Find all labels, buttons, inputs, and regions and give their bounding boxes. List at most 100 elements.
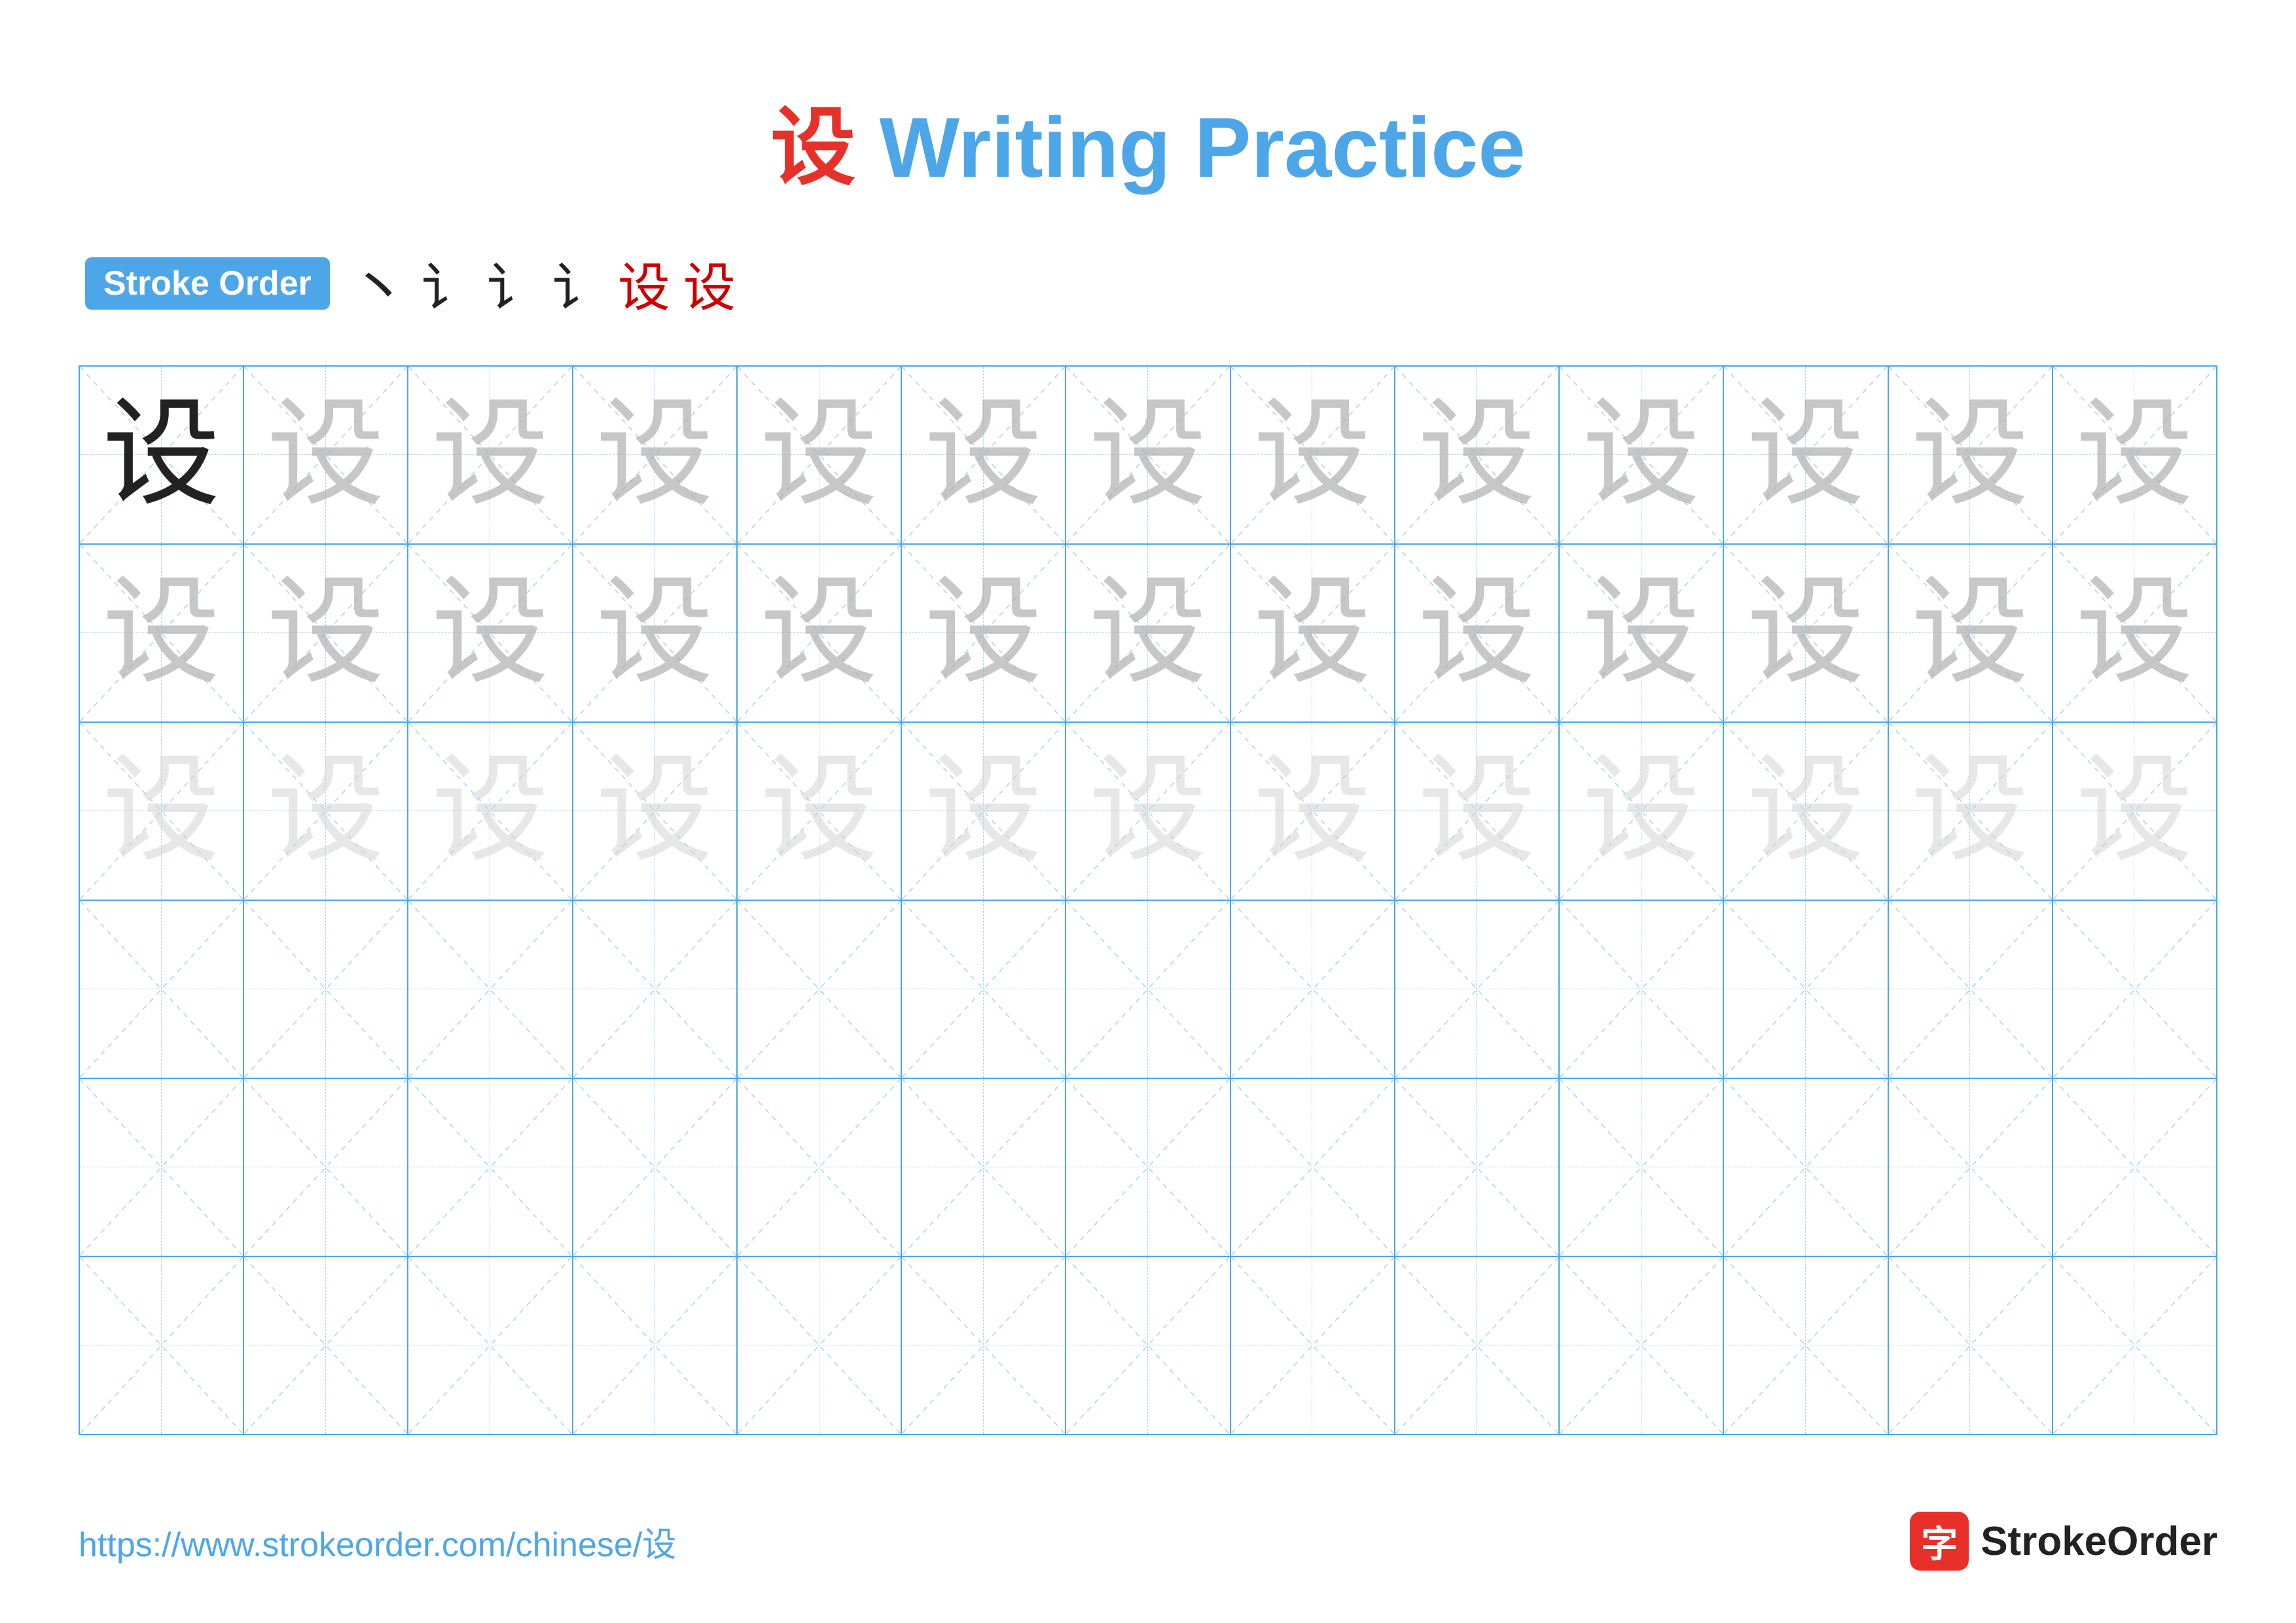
grid-row-6 xyxy=(80,1257,2216,1434)
grid-cell xyxy=(244,1257,408,1434)
grid-cell: 设 xyxy=(1395,723,1560,900)
char-medium: 设 xyxy=(761,396,878,514)
char-light: 设 xyxy=(267,752,385,870)
char-light: 设 xyxy=(1089,752,1207,870)
logo-text: StrokeOrder xyxy=(1981,1518,2217,1565)
grid-cell: 设 xyxy=(573,545,738,721)
grid-cell: 设 xyxy=(1560,723,1724,900)
grid-cell: 设 xyxy=(1231,367,1395,543)
title-area: 设 Writing Practice xyxy=(79,79,2217,202)
grid-cell xyxy=(2053,901,2216,1078)
page-title: 设 Writing Practice xyxy=(770,100,1525,195)
grid-cell: 设 xyxy=(2053,367,2216,543)
grid-cell: 设 xyxy=(408,545,573,721)
grid-cell: 设 xyxy=(2053,545,2216,721)
footer: https://www.strokeorder.com/chinese/设 字 … xyxy=(79,1512,2217,1571)
char-light: 设 xyxy=(1583,752,1700,870)
stroke-5: 设 xyxy=(618,246,670,321)
grid-row-2: 设 设 设 设 设 设 设 xyxy=(80,545,2216,723)
char-medium: 设 xyxy=(925,396,1043,514)
grid-cell: 设 xyxy=(408,367,573,543)
grid-cell: 设 xyxy=(1066,723,1230,900)
grid-cell xyxy=(738,1079,902,1256)
stroke-4: 讠 xyxy=(552,246,605,321)
grid-cell xyxy=(1231,901,1395,1078)
grid-cell: 设 xyxy=(408,723,573,900)
char-medium: 设 xyxy=(1747,396,1865,514)
char-medium: 设 xyxy=(267,574,385,692)
char-medium: 设 xyxy=(1747,574,1865,692)
grid-cell: 设 xyxy=(1395,367,1560,543)
char-dark: 设 xyxy=(103,396,221,514)
grid-cell: 设 xyxy=(1560,545,1724,721)
grid-cell xyxy=(573,1257,738,1434)
stroke-6: 设 xyxy=(683,246,736,321)
grid-cell: 设 xyxy=(244,367,408,543)
grid-cell: 设 xyxy=(244,545,408,721)
grid-cell xyxy=(738,901,902,1078)
page: 设 Writing Practice Stroke Order 丶 讠 讠 讠 … xyxy=(0,0,2296,1623)
grid-cell xyxy=(1889,1079,2053,1256)
grid-cell xyxy=(1560,1257,1724,1434)
char-light: 设 xyxy=(1911,752,2029,870)
grid-cell: 设 xyxy=(738,723,902,900)
grid-cell xyxy=(244,901,408,1078)
grid-cell xyxy=(408,901,573,1078)
stroke-sequence: 丶 讠 讠 讠 设 设 xyxy=(350,241,736,326)
stroke-order-row: Stroke Order 丶 讠 讠 讠 设 设 xyxy=(79,241,2217,326)
char-medium: 设 xyxy=(2075,396,2193,514)
grid-cell xyxy=(1889,1257,2053,1434)
grid-cell xyxy=(1560,1079,1724,1256)
title-char: 设 xyxy=(770,101,855,196)
char-medium: 设 xyxy=(1583,396,1700,514)
grid-cell xyxy=(573,901,738,1078)
title-suffix: Writing Practice xyxy=(855,100,1525,195)
grid-cell: 设 xyxy=(1889,367,2053,543)
char-light: 设 xyxy=(2075,752,2193,870)
char-medium: 设 xyxy=(267,396,385,514)
char-medium: 设 xyxy=(1418,574,1535,692)
grid-cell: 设 xyxy=(80,723,244,900)
char-light: 设 xyxy=(925,752,1043,870)
grid-cell xyxy=(1395,1079,1560,1256)
char-medium: 设 xyxy=(103,574,221,692)
grid-cell xyxy=(80,1257,244,1434)
grid-cell: 设 xyxy=(1889,545,2053,721)
char-medium: 设 xyxy=(1583,574,1700,692)
stroke-1: 丶 xyxy=(350,241,408,326)
grid-cell xyxy=(1724,901,1888,1078)
stroke-3: 讠 xyxy=(487,246,539,321)
footer-logo: 字 StrokeOrder xyxy=(1910,1512,2217,1571)
char-medium: 设 xyxy=(596,396,713,514)
practice-grid: 设 设 设 设 设 设 设 xyxy=(79,365,2217,1435)
grid-cell xyxy=(1066,1079,1230,1256)
grid-cell xyxy=(573,1079,738,1256)
grid-cell xyxy=(902,1079,1066,1256)
grid-cell xyxy=(1231,1257,1395,1434)
char-medium: 设 xyxy=(596,574,713,692)
grid-cell xyxy=(738,1257,902,1434)
grid-cell: 设 xyxy=(1395,545,1560,721)
char-medium: 设 xyxy=(1253,574,1371,692)
grid-cell xyxy=(1066,901,1230,1078)
char-medium: 设 xyxy=(1253,396,1371,514)
grid-row-5 xyxy=(80,1079,2216,1257)
grid-cell xyxy=(1724,1257,1888,1434)
grid-cell xyxy=(408,1079,573,1256)
char-medium: 设 xyxy=(2075,574,2193,692)
grid-cell xyxy=(2053,1079,2216,1256)
char-light: 设 xyxy=(1418,752,1535,870)
grid-cell xyxy=(244,1079,408,1256)
grid-cell: 设 xyxy=(902,545,1066,721)
grid-cell: 设 xyxy=(1066,545,1230,721)
char-light: 设 xyxy=(596,752,713,870)
char-medium: 设 xyxy=(1911,574,2029,692)
grid-cell xyxy=(80,901,244,1078)
char-medium: 设 xyxy=(925,574,1043,692)
grid-row-3: 设 设 设 设 设 设 设 xyxy=(80,723,2216,901)
char-medium: 设 xyxy=(1418,396,1535,514)
grid-cell: 设 xyxy=(2053,723,2216,900)
grid-cell xyxy=(1231,1079,1395,1256)
grid-cell: 设 xyxy=(1231,545,1395,721)
footer-url[interactable]: https://www.strokeorder.com/chinese/设 xyxy=(79,1517,676,1566)
